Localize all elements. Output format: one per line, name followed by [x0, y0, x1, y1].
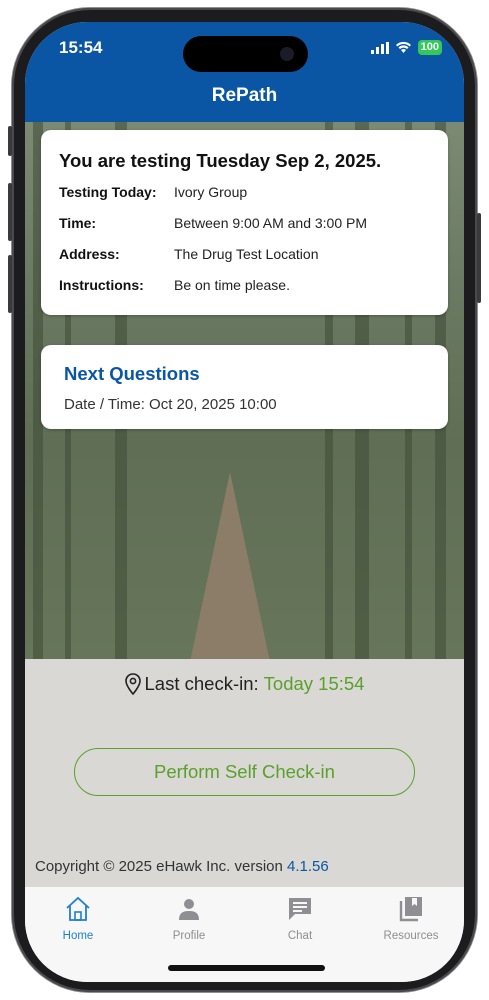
testing-today-label: Testing Today: [59, 184, 157, 200]
copyright-text: Copyright © 2025 eHawk Inc. version 4.1.… [35, 858, 329, 875]
action-button [8, 126, 12, 156]
battery-indicator: 100 [417, 40, 442, 55]
tab-chat[interactable]: Chat [250, 895, 350, 942]
wifi-icon [395, 41, 411, 53]
signal-icon [370, 41, 389, 54]
time-value: Between 9:00 AM and 3:00 PM [174, 215, 368, 231]
instructions-value: Be on time please. [174, 277, 290, 293]
volume-down-button [8, 255, 12, 313]
chat-icon [289, 898, 311, 920]
version-link[interactable]: 4.1.56 [287, 858, 329, 875]
app-title: RePath [211, 85, 278, 106]
next-questions-card[interactable]: Next Questions Date / Time: Oct 20, 2025… [41, 345, 448, 429]
status-time: 15:54 [59, 38, 103, 57]
phone-screen: 15:54 100 RePath You are testing Tuesday… [25, 22, 464, 982]
app-header: 15:54 100 RePath [25, 22, 464, 122]
checkin-panel: Last check-in: Today 15:54 Perform Self … [25, 659, 464, 887]
address-value: The Drug Test Location [174, 246, 319, 262]
next-questions-title: Next Questions [64, 363, 200, 384]
instructions-label: Instructions: [59, 277, 144, 293]
next-questions-date: Date / Time: Oct 20, 2025 10:00 [64, 396, 277, 413]
home-icon [66, 896, 90, 921]
tab-bar: Home Profile Chat Resources [25, 887, 464, 982]
tab-home[interactable]: Home [28, 895, 128, 942]
home-indicator[interactable] [168, 965, 325, 971]
person-icon [179, 899, 199, 920]
tab-home-label: Home [62, 930, 94, 942]
tab-resources[interactable]: Resources [361, 895, 461, 942]
trail-path [190, 472, 270, 659]
last-checkin-label: Last check-in: [144, 673, 259, 694]
dynamic-island [183, 36, 308, 72]
last-checkin-value: Today 15:54 [263, 673, 365, 694]
testing-today-value: Ivory Group [174, 184, 248, 200]
power-button [477, 213, 481, 303]
tab-resources-label: Resources [383, 930, 439, 942]
address-label: Address: [59, 246, 120, 262]
self-checkin-button[interactable]: Perform Self Check-in [74, 748, 415, 796]
last-checkin: Last check-in: Today 15:54 [25, 673, 464, 695]
book-icon [399, 897, 422, 922]
copyright-label: Copyright © 2025 eHawk Inc. version [35, 858, 288, 875]
volume-up-button [8, 183, 12, 241]
tab-chat-label: Chat [287, 930, 313, 942]
testing-title: You are testing Tuesday Sep 2, 2025. [59, 150, 382, 171]
tab-profile[interactable]: Profile [139, 895, 239, 942]
testing-card: You are testing Tuesday Sep 2, 2025. Tes… [41, 130, 448, 315]
phone-frame: 15:54 100 RePath You are testing Tuesday… [8, 8, 481, 992]
tab-profile-label: Profile [172, 930, 206, 942]
status-icons: 100 [370, 40, 442, 55]
location-pin-icon [124, 673, 141, 695]
time-label: Time: [59, 215, 97, 231]
